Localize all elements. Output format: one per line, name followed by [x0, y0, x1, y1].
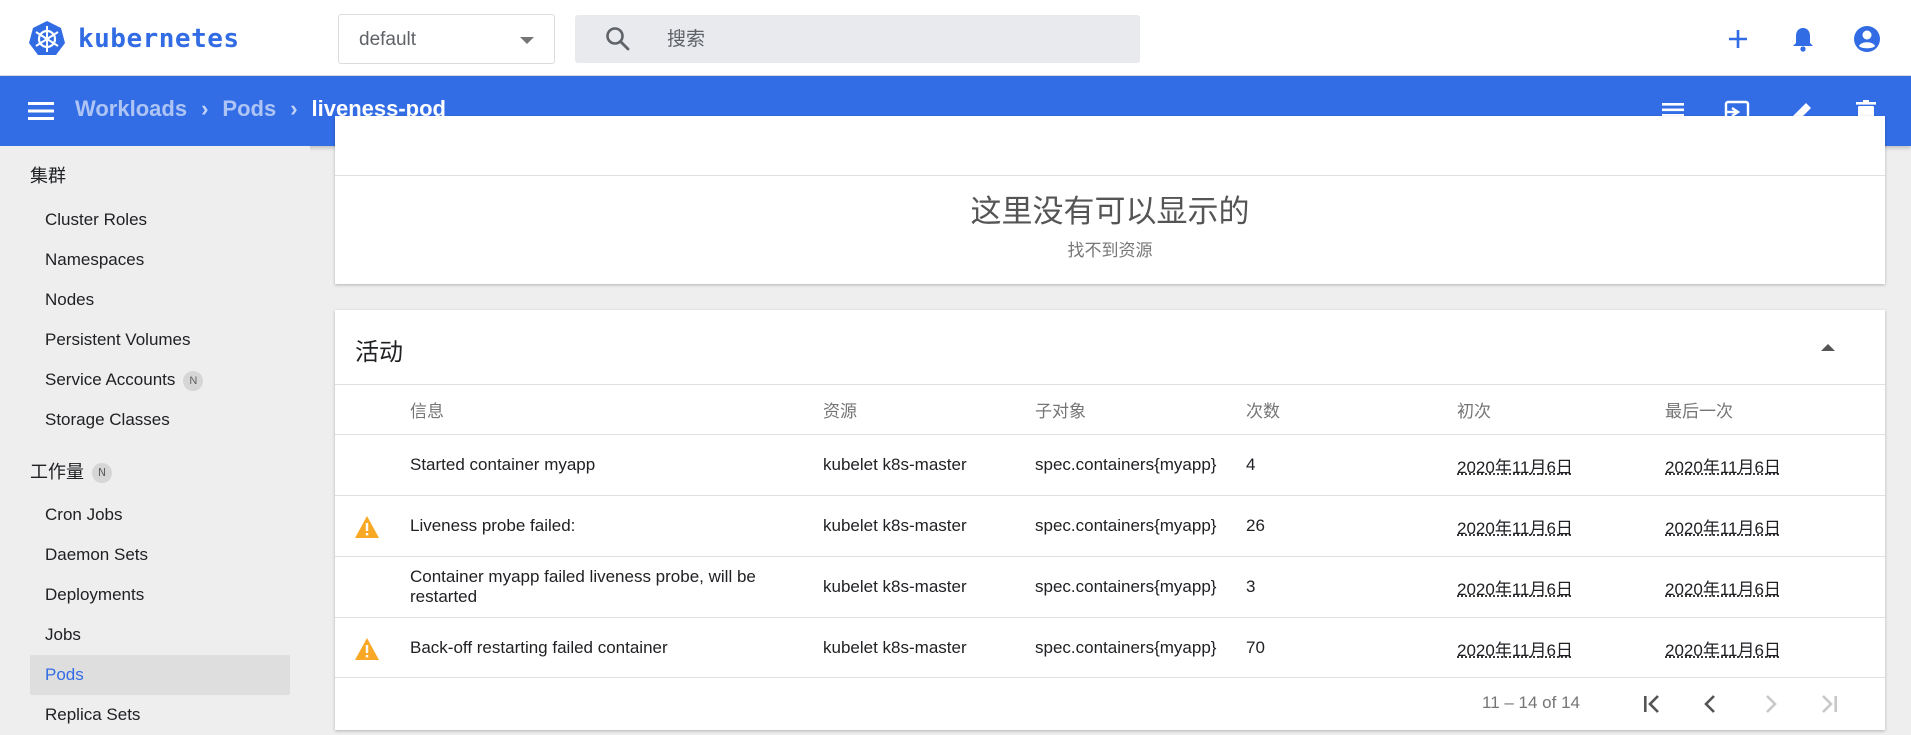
namespace-value: default	[359, 29, 416, 51]
column-header-first-seen: 初次	[1457, 385, 1657, 434]
event-first-seen: 2020年11月6日	[1457, 435, 1657, 495]
search-icon	[605, 26, 631, 52]
paginator: 11 – 14 of 14	[335, 677, 1885, 727]
event-source: kubelet k8s-master	[823, 435, 1023, 495]
events-card: 活动 信息 资源 子对象 次数 初次 最后一次 Started containe…	[335, 310, 1885, 730]
sidebar-item-service-accounts[interactable]: Service Accounts N	[30, 360, 290, 400]
column-header-last-seen: 最后一次	[1665, 385, 1865, 434]
divider	[335, 175, 1885, 176]
event-count: 26	[1246, 496, 1346, 556]
event-first-seen: 2020年11月6日	[1457, 496, 1657, 556]
sidebar-item-cron-jobs[interactable]: Cron Jobs	[30, 495, 290, 535]
event-count: 3	[1246, 557, 1346, 617]
kubernetes-wheel-icon	[28, 20, 66, 58]
namespaced-badge: N	[92, 463, 112, 483]
event-sub-object: spec.containers{myapp}	[1035, 557, 1245, 617]
event-source: kubelet k8s-master	[823, 496, 1023, 556]
card-title: 活动	[355, 332, 403, 367]
event-count: 4	[1246, 435, 1346, 495]
event-message: Started container myapp	[410, 435, 810, 495]
event-first-seen: 2020年11月6日	[1457, 557, 1657, 617]
sidebar-item-nodes[interactable]: Nodes	[30, 280, 290, 320]
table-row: Liveness probe failed: kubelet k8s-maste…	[335, 495, 1885, 556]
chevron-right-icon: ›	[290, 96, 297, 122]
namespaced-badge: N	[183, 371, 203, 391]
sidebar-item-namespaces[interactable]: Namespaces	[30, 240, 290, 280]
event-last-seen: 2020年11月6日	[1665, 557, 1865, 617]
sidebar-section-workloads[interactable]: 工作量 N	[30, 458, 112, 484]
sidebar-item-persistent-volumes[interactable]: Persistent Volumes	[30, 320, 290, 360]
sidebar-item-pods[interactable]: Pods	[30, 655, 290, 695]
event-first-seen: 2020年11月6日	[1457, 618, 1657, 678]
sidebar-item-label: Service Accounts	[45, 370, 175, 389]
pagination-range: 11 – 14 of 14	[1482, 693, 1580, 713]
column-header-source: 资源	[823, 385, 1023, 434]
event-message: Back-off restarting failed container	[410, 618, 810, 678]
table-row: Container myapp failed liveness probe, w…	[335, 556, 1885, 617]
chevron-up-icon[interactable]	[1821, 344, 1835, 351]
sidebar-item-deployments[interactable]: Deployments	[30, 575, 290, 615]
kubernetes-logo[interactable]: kubernetes	[28, 20, 240, 58]
event-sub-object: spec.containers{myapp}	[1035, 496, 1245, 556]
namespace-select[interactable]: default	[338, 14, 555, 64]
warning-icon	[354, 637, 380, 661]
sidebar-item-jobs[interactable]: Jobs	[30, 615, 290, 655]
bell-icon[interactable]	[1788, 24, 1818, 54]
events-table: 信息 资源 子对象 次数 初次 最后一次 Started container m…	[335, 384, 1885, 678]
search-input[interactable]	[667, 15, 1117, 63]
chevron-down-icon	[520, 37, 534, 44]
app-name: kubernetes	[78, 24, 240, 54]
plus-icon[interactable]	[1723, 24, 1753, 54]
event-last-seen: 2020年11月6日	[1665, 496, 1865, 556]
account-icon[interactable]	[1852, 24, 1882, 54]
sidebar-section-label: 工作量	[30, 462, 84, 483]
event-last-seen: 2020年11月6日	[1665, 435, 1865, 495]
event-count: 70	[1246, 618, 1346, 678]
sidebar-item-replica-sets[interactable]: Replica Sets	[30, 695, 290, 735]
event-sub-object: spec.containers{myapp}	[1035, 435, 1245, 495]
event-source: kubelet k8s-master	[823, 557, 1023, 617]
sidebar-item-daemon-sets[interactable]: Daemon Sets	[30, 535, 290, 575]
column-header-message: 信息	[410, 385, 810, 434]
breadcrumb-workloads[interactable]: Workloads	[75, 96, 187, 122]
column-header-count: 次数	[1246, 385, 1346, 434]
sidebar-section-cluster[interactable]: 集群	[30, 162, 66, 188]
pvc-card: Persistent Volume Claims 这里没有可以显示的 找不到资源	[335, 116, 1885, 284]
chevron-right-icon: ›	[201, 96, 208, 122]
sidebar: 集群 Cluster Roles Namespaces Nodes Persis…	[0, 146, 310, 733]
previous-page-icon[interactable]	[1698, 691, 1724, 717]
sidebar-item-cluster-roles[interactable]: Cluster Roles	[30, 200, 290, 240]
search-box	[575, 15, 1140, 63]
sidebar-item-storage-classes[interactable]: Storage Classes	[30, 400, 290, 440]
top-toolbar: kubernetes default	[0, 0, 1911, 76]
event-message: Liveness probe failed:	[410, 496, 810, 556]
event-source: kubelet k8s-master	[823, 618, 1023, 678]
card-title: Persistent Volume Claims	[355, 118, 628, 146]
menu-icon[interactable]	[28, 100, 54, 122]
table-header: 信息 资源 子对象 次数 初次 最后一次	[335, 384, 1885, 434]
table-row: Started container myapp kubelet k8s-mast…	[335, 434, 1885, 495]
event-last-seen: 2020年11月6日	[1665, 618, 1865, 678]
first-page-icon[interactable]	[1639, 691, 1665, 717]
next-page-icon[interactable]	[1757, 691, 1783, 717]
warning-icon	[354, 515, 380, 539]
empty-state-subtitle: 找不到资源	[335, 236, 1885, 261]
column-header-sub-object: 子对象	[1035, 385, 1245, 434]
empty-state-title: 这里没有可以显示的	[335, 186, 1885, 231]
event-message: Container myapp failed liveness probe, w…	[410, 557, 810, 617]
last-page-icon[interactable]	[1816, 691, 1842, 717]
breadcrumb-pods[interactable]: Pods	[222, 96, 276, 122]
table-row: Back-off restarting failed container kub…	[335, 617, 1885, 678]
event-sub-object: spec.containers{myapp}	[1035, 618, 1245, 678]
